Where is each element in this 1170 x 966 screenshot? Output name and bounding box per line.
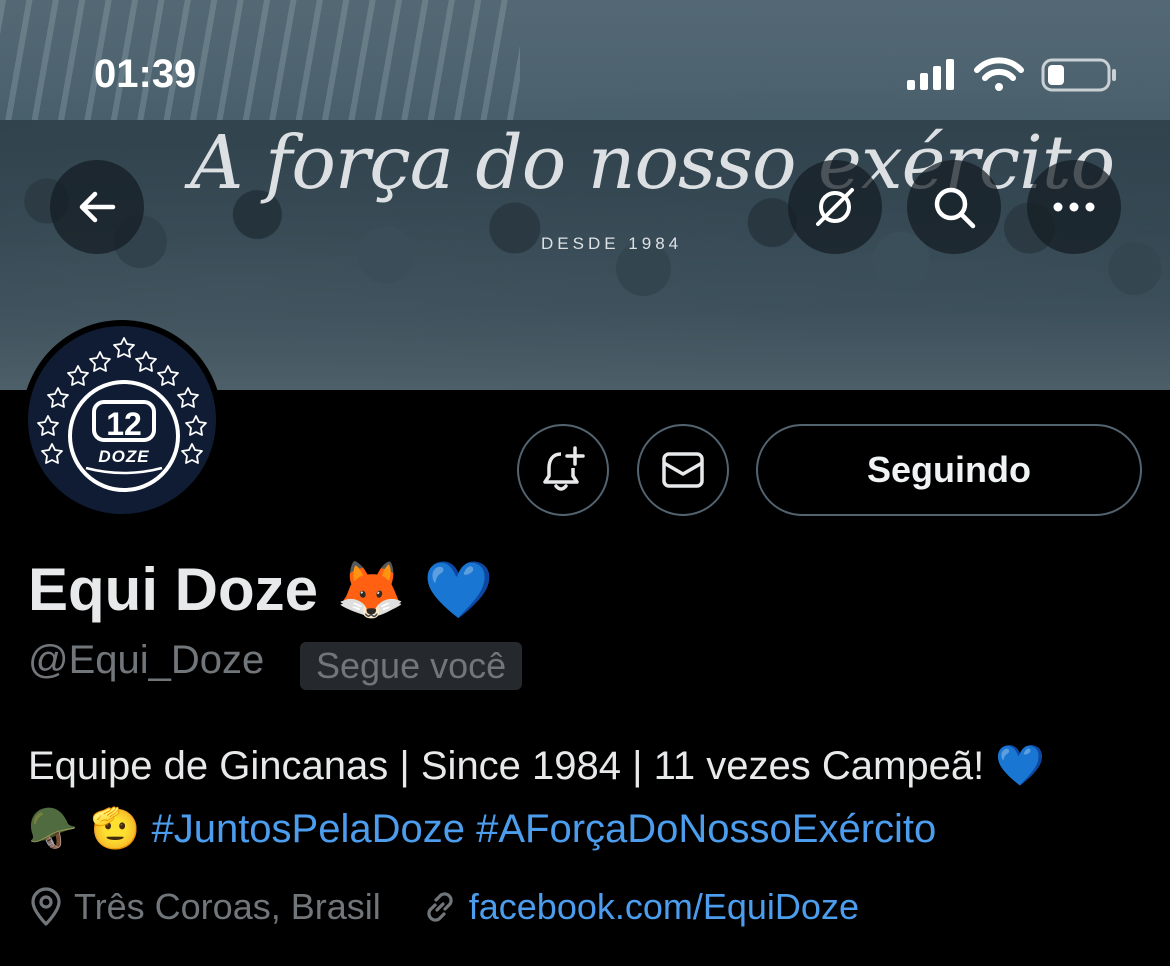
grok-button[interactable] [788,160,882,254]
battery-icon [1041,58,1116,92]
website-link[interactable]: facebook.com/EquiDoze [469,886,859,928]
link-icon [421,888,459,926]
back-button[interactable] [50,160,144,254]
envelope-icon [662,452,704,488]
bio-hashtags-link[interactable]: #JuntosPelaDoze #AForçaDoNossoExército [151,807,936,851]
bio-line-2: 🪖 🫡 #JuntosPelaDoze #AForçaDoNossoExérci… [28,798,1148,861]
banner-since-text: DESDE 1984 [541,234,683,253]
display-name-text: Equi Doze [28,556,319,623]
bell-plus-icon [543,446,585,491]
search-icon [934,187,976,229]
message-button[interactable] [637,424,729,516]
avatar-number: 12 [106,406,142,442]
display-name-emoji: 🦊 💙 [336,557,494,623]
profile-bio: Equipe de Gincanas | Since 1984 | 11 vez… [28,735,1148,861]
doze-logo-icon: 12 DOZE [37,337,207,492]
bio-emoji: 🪖 🫡 [28,806,141,852]
display-name: Equi Doze 🦊 💙 [28,555,493,624]
location-text: Três Coroas, Brasil [74,886,381,927]
more-button[interactable] [1027,160,1121,254]
location-pin-icon [28,887,64,927]
follows-you-badge: Segue você [300,642,523,690]
more-horizontal-icon [1053,202,1095,212]
profile-meta: Três Coroas, Brasil facebook.com/EquiDoz… [28,882,859,932]
avatar[interactable]: 12 DOZE [22,320,222,520]
status-time: 01:39 [94,52,197,96]
search-button[interactable] [907,160,1001,254]
arrow-left-icon [79,191,116,223]
user-handle: @Equi_Doze [28,638,265,682]
status-indicators [907,57,1116,92]
avatar-word: DOZE [98,447,149,466]
wifi-icon [974,57,1024,91]
banner-stadium-stand [0,0,520,120]
grok-icon [816,188,854,226]
following-button[interactable]: Seguindo [756,424,1142,516]
status-icons [905,56,1120,96]
bio-line-1: Equipe de Gincanas | Since 1984 | 11 vez… [28,744,1046,788]
cellular-signal-icon [907,59,954,90]
notifications-button[interactable] [517,424,609,516]
avatar-logo: 12 DOZE [28,326,216,514]
